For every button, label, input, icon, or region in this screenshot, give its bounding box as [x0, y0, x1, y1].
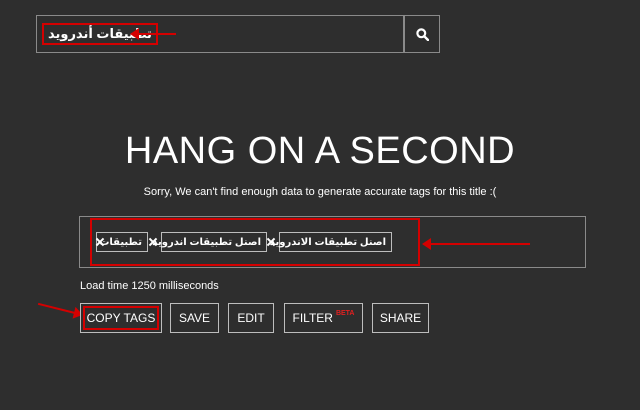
filter-label: FILTER [292, 311, 333, 325]
annotation-copy-highlight [83, 306, 159, 330]
edit-label: EDIT [237, 311, 265, 325]
tag-chip[interactable]: اصنل تطبيقات اندرويد [152, 232, 267, 252]
filter-button[interactable]: FILTER BETA [284, 303, 363, 333]
tag-label: تطبيقات [99, 236, 142, 248]
search-icon [415, 27, 429, 41]
save-button[interactable]: SAVE [170, 303, 219, 333]
page-title: HANG ON A SECOND [124, 130, 516, 172]
tag-label: اصنل تطبيقات الاندرويد [269, 236, 386, 248]
share-button[interactable]: SHARE [372, 303, 429, 333]
beta-badge: BETA [335, 309, 355, 317]
annotation-arrow-copy [37, 302, 76, 314]
tag-chip[interactable]: اصنل تطبيقات الاندرويد [270, 232, 392, 252]
tag-label: اصنل تطبيقات اندرويد [152, 236, 261, 248]
tag-chip[interactable]: تطبيقات [96, 232, 148, 252]
edit-button[interactable]: EDIT [228, 303, 274, 333]
load-time-text: Load time 1250 milliseconds [80, 280, 219, 292]
annotation-arrow-search [130, 28, 176, 40]
share-label: SHARE [379, 311, 422, 325]
save-label: SAVE [178, 311, 211, 325]
search-button[interactable] [404, 15, 440, 53]
no-data-message: Sorry, We can't find enough data to gene… [143, 186, 497, 198]
